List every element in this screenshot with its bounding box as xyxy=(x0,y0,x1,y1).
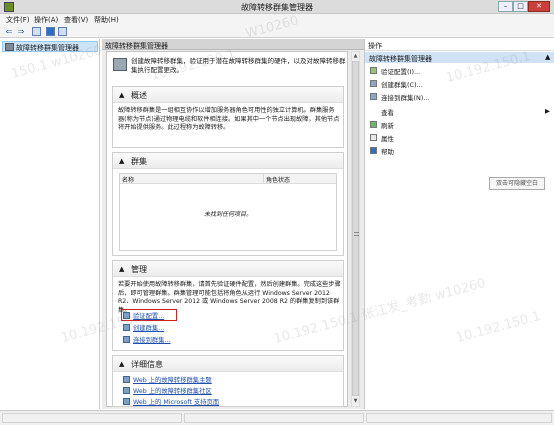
collapse-caret-icon[interactable]: ▲ xyxy=(545,53,550,61)
status-cell xyxy=(184,413,364,423)
more-info-section: ▲ 详细信息 Web 上的故障转移群集主题 Web 上的故障转移群集社区 Web… xyxy=(112,355,344,407)
action-label: 刷新 xyxy=(381,122,394,130)
clusters-table-header: 名称 角色状态 xyxy=(120,174,336,184)
menu-help[interactable]: 帮助(H) xyxy=(94,15,119,25)
scroll-down-arrow-icon[interactable]: ▼ xyxy=(352,397,359,405)
web-community-link[interactable]: Web 上的故障转移群集社区 xyxy=(133,386,212,395)
center-pane-title: 故障转移群集管理器 xyxy=(105,42,168,50)
web-link-icon xyxy=(123,398,130,405)
column-divider[interactable] xyxy=(263,174,264,184)
cluster-manager-icon xyxy=(113,58,127,71)
tree-item-label: 故障转移群集管理器 xyxy=(16,44,79,52)
management-section: ▲ 管理 若要开始使用故障转移群集，请首先验证硬件配置，然后创建群集。完成这些步… xyxy=(112,260,344,351)
collapse-icon[interactable]: ▲ xyxy=(119,265,124,273)
validate-icon xyxy=(370,67,377,74)
action-label: 帮助 xyxy=(381,148,394,156)
help-icon[interactable] xyxy=(46,27,55,36)
cluster-manager-icon xyxy=(5,43,14,51)
collapse-icon[interactable]: ▲ xyxy=(119,157,124,165)
menu-view[interactable]: 查看(V) xyxy=(64,15,88,25)
center-pane: 故障转移群集管理器 创建故障转移群集，验证用于潜在故障转移群集的硬件，以及对故障… xyxy=(102,39,364,409)
center-pane-header: 故障转移群集管理器 xyxy=(102,39,364,50)
vertical-scrollbar[interactable]: ▲ ▼ xyxy=(351,51,360,407)
action-label: 属性 xyxy=(381,135,394,143)
hide-blank-box[interactable]: 双击可隐藏空白 xyxy=(489,177,545,190)
clusters-header[interactable]: ▲ 群集 xyxy=(113,153,343,169)
clusters-title: 群集 xyxy=(131,157,147,166)
collapse-icon[interactable]: ▲ xyxy=(119,91,124,99)
status-bar xyxy=(0,410,554,425)
actions-group-title: 故障转移群集管理器 xyxy=(369,55,432,63)
web-link-icon xyxy=(123,387,130,394)
create-cluster-link[interactable]: 创建群集... xyxy=(133,323,164,332)
scrollbar-thumb[interactable] xyxy=(352,61,359,396)
tree-item-failover-cluster-manager[interactable]: 故障转移群集管理器 xyxy=(2,41,98,52)
menu-file[interactable]: 文件(F) xyxy=(6,15,30,25)
minimize-button[interactable]: – xyxy=(498,1,513,12)
column-header-name[interactable]: 名称 xyxy=(122,175,134,184)
refresh-icon xyxy=(370,121,377,128)
web-topics-link[interactable]: Web 上的故障转移群集主题 xyxy=(133,375,212,384)
action-label: 查看 xyxy=(381,109,394,117)
clusters-table[interactable]: 名称 角色状态 未找到任何项目。 xyxy=(119,173,337,251)
management-title: 管理 xyxy=(131,265,147,274)
action-create-cluster[interactable]: 创建群集(C)... xyxy=(365,78,554,89)
action-view[interactable]: 查看 ▶ xyxy=(365,106,554,117)
content-panel: 创建故障转移群集，验证用于潜在故障转移群集的硬件，以及对故障转移群集执行配置更改… xyxy=(106,51,348,407)
menu-bar: 文件(F) 操作(A) 查看(V) 帮助(H) xyxy=(0,14,554,25)
back-arrow-icon[interactable]: ⇐ xyxy=(4,27,14,36)
column-header-role-status[interactable]: 角色状态 xyxy=(266,175,290,184)
actions-title: 操作 xyxy=(368,42,382,50)
connect-cluster-link[interactable]: 连接到群集... xyxy=(133,335,171,344)
title-bar: 故障转移群集管理器 – □ ✕ xyxy=(0,0,554,14)
action-help[interactable]: 帮助 xyxy=(365,145,554,156)
action-label: 创建群集(C)... xyxy=(381,81,423,89)
toolbar: ⇐ ⇒ xyxy=(0,25,554,38)
status-cell xyxy=(2,413,182,423)
submenu-arrow-icon: ▶ xyxy=(545,107,550,115)
help-icon xyxy=(370,147,377,154)
intro-text: 创建故障转移群集，验证用于潜在故障转移群集的硬件，以及对故障转移群集执行配置更改… xyxy=(131,57,346,74)
actions-pane: 操作 故障转移群集管理器 ▲ 验证配置(I)... 创建群集(C)... 连接到… xyxy=(364,39,554,409)
actions-header: 操作 xyxy=(365,39,554,51)
maximize-button[interactable]: □ xyxy=(513,1,528,12)
collapse-icon[interactable]: ▲ xyxy=(119,360,124,368)
create-cluster-icon xyxy=(123,324,130,331)
scrollbar-grip-icon xyxy=(354,232,359,236)
close-button[interactable]: ✕ xyxy=(528,1,550,12)
show-hide-action-pane-icon[interactable] xyxy=(58,27,67,36)
actions-group-header[interactable]: 故障转移群集管理器 ▲ xyxy=(365,52,554,63)
empty-table-message: 未找到任何项目。 xyxy=(203,211,252,218)
properties-icon xyxy=(370,134,377,141)
overview-title: 概述 xyxy=(131,91,147,100)
management-header[interactable]: ▲ 管理 xyxy=(113,261,343,277)
more-info-title: 详细信息 xyxy=(131,360,163,369)
action-validate-configuration[interactable]: 验证配置(I)... xyxy=(365,65,554,76)
navigation-tree: 故障转移群集管理器 xyxy=(0,39,100,409)
scroll-up-arrow-icon[interactable]: ▲ xyxy=(352,52,359,60)
clusters-section: ▲ 群集 名称 角色状态 未找到任何项目。 xyxy=(112,152,344,256)
more-info-header[interactable]: ▲ 详细信息 xyxy=(113,356,343,372)
web-support-link[interactable]: Web 上的 Microsoft 支持页面 xyxy=(133,397,219,406)
forward-arrow-icon[interactable]: ⇒ xyxy=(16,27,26,36)
action-refresh[interactable]: 刷新 xyxy=(365,119,554,130)
connect-cluster-icon xyxy=(370,93,377,100)
status-cell xyxy=(366,413,552,423)
action-connect-cluster[interactable]: 连接到群集(N)... xyxy=(365,91,554,102)
web-link-icon xyxy=(123,376,130,383)
action-label: 连接到群集(N)... xyxy=(381,94,430,102)
overview-section: ▲ 概述 故障转移群集是一组相互协作以增加服务器角色可用性的独立计算机。群集服务… xyxy=(112,86,344,148)
create-cluster-icon xyxy=(370,80,377,87)
action-properties[interactable]: 属性 xyxy=(365,132,554,143)
menu-action[interactable]: 操作(A) xyxy=(34,15,58,25)
overview-text: 故障转移群集是一组相互协作以增加服务器角色可用性的独立计算机。群集服务器(称为节… xyxy=(118,107,340,131)
connect-cluster-icon xyxy=(123,336,130,343)
validate-highlight-box xyxy=(121,309,177,321)
action-label: 验证配置(I)... xyxy=(381,68,421,76)
show-hide-tree-icon[interactable] xyxy=(32,27,41,36)
window-title: 故障转移群集管理器 xyxy=(241,3,313,12)
overview-header[interactable]: ▲ 概述 xyxy=(113,87,343,103)
